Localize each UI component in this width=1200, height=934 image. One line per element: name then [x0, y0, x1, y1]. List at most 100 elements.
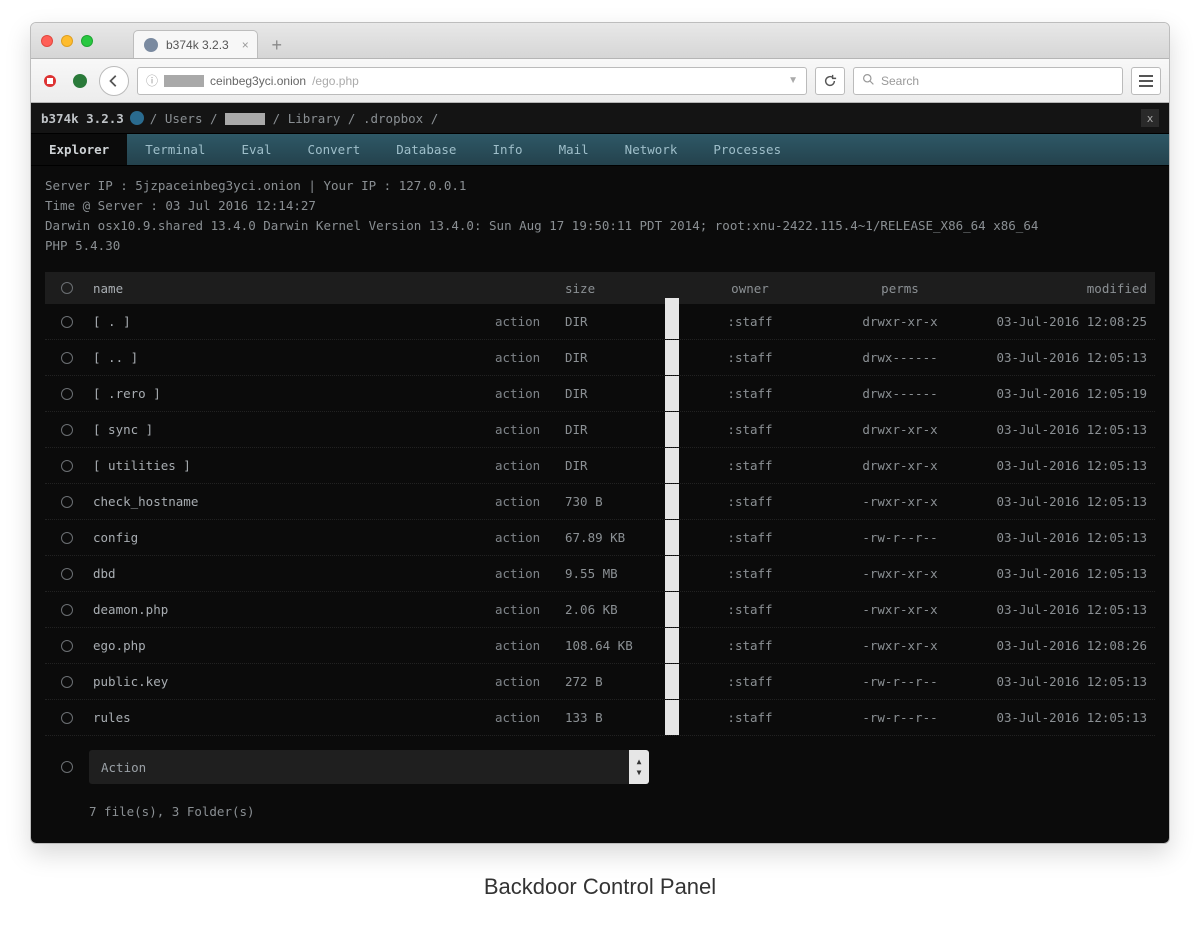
url-dropdown-icon[interactable]: ▼ [788, 75, 798, 86]
file-name[interactable]: [ . ] [89, 314, 495, 329]
back-button[interactable] [99, 66, 129, 96]
file-name[interactable]: deamon.php [89, 602, 495, 617]
table-row[interactable]: [ . ]actionDIR:staffdrwxr-xr-x03-Jul-201… [45, 304, 1155, 340]
row-checkbox[interactable] [61, 604, 73, 616]
app-tab-convert[interactable]: Convert [290, 134, 379, 165]
app-version: b374k 3.2.3 [41, 111, 124, 126]
table-row[interactable]: [ utilities ]actionDIR:staffdrwxr-xr-x03… [45, 448, 1155, 484]
browser-window: b374k 3.2.3 × + ⓘ ceinbeg3yci.onion/ego.… [30, 22, 1170, 844]
file-owner: :staff [665, 458, 835, 473]
col-modified[interactable]: modified [965, 281, 1155, 296]
browser-tab-active[interactable]: b374k 3.2.3 × [133, 30, 258, 58]
row-checkbox[interactable] [61, 388, 73, 400]
app-tab-database[interactable]: Database [378, 134, 474, 165]
row-checkbox[interactable] [61, 496, 73, 508]
table-row[interactable]: [ .. ]actionDIR:staffdrwx------03-Jul-20… [45, 340, 1155, 376]
file-action-link[interactable]: action [495, 710, 565, 725]
menu-button[interactable] [1131, 67, 1161, 95]
file-name[interactable]: check_hostname [89, 494, 495, 509]
bulk-action-select[interactable]: Action ▲▼ [89, 750, 649, 784]
app-close-button[interactable]: x [1141, 109, 1159, 127]
file-action-link[interactable]: action [495, 458, 565, 473]
file-modified: 03-Jul-2016 12:08:25 [965, 314, 1155, 329]
row-checkbox[interactable] [61, 532, 73, 544]
file-action-link[interactable]: action [495, 422, 565, 437]
file-name[interactable]: [ utilities ] [89, 458, 495, 473]
table-row[interactable]: configaction67.89 KB:staff-rw-r--r--03-J… [45, 520, 1155, 556]
zoom-window-button[interactable] [81, 35, 93, 47]
file-size: DIR [565, 314, 665, 329]
app-tab-info[interactable]: Info [474, 134, 540, 165]
select-dropdown-icon[interactable]: ▲▼ [629, 750, 649, 784]
file-name[interactable]: [ .. ] [89, 350, 495, 365]
select-all-checkbox[interactable] [61, 282, 73, 294]
url-input[interactable]: ⓘ ceinbeg3yci.onion/ego.php ▼ [137, 67, 807, 95]
app-tab-network[interactable]: Network [607, 134, 696, 165]
file-table: name size owner perms modified [ . ]acti… [45, 272, 1155, 736]
row-checkbox[interactable] [61, 460, 73, 472]
table-row[interactable]: rulesaction133 B:staff-rw-r--r--03-Jul-2… [45, 700, 1155, 736]
file-owner: :staff [665, 710, 835, 725]
search-placeholder: Search [881, 74, 919, 88]
table-row[interactable]: public.keyaction272 B:staff-rw-r--r--03-… [45, 664, 1155, 700]
file-summary: 7 file(s), 3 Folder(s) [89, 804, 1155, 819]
tab-close-icon[interactable]: × [242, 38, 249, 52]
file-action-link[interactable]: action [495, 530, 565, 545]
search-input[interactable]: Search [853, 67, 1123, 95]
file-owner: :staff [665, 386, 835, 401]
file-action-link[interactable]: action [495, 350, 565, 365]
table-row[interactable]: ego.phpaction108.64 KB:staff-rwxr-xr-x03… [45, 628, 1155, 664]
row-checkbox[interactable] [61, 568, 73, 580]
bulk-select-checkbox[interactable] [61, 761, 73, 773]
file-size: DIR [565, 458, 665, 473]
file-action-link[interactable]: action [495, 602, 565, 617]
table-row[interactable]: dbdaction9.55 MB:staff-rwxr-xr-x03-Jul-2… [45, 556, 1155, 592]
file-owner: :staff [665, 566, 835, 581]
file-name[interactable]: public.key [89, 674, 495, 689]
titlebar: b374k 3.2.3 × + [31, 23, 1169, 59]
row-checkbox[interactable] [61, 424, 73, 436]
row-checkbox[interactable] [61, 352, 73, 364]
close-window-button[interactable] [41, 35, 53, 47]
tab-favicon [144, 38, 158, 52]
file-action-link[interactable]: action [495, 314, 565, 329]
file-action-link[interactable]: action [495, 566, 565, 581]
file-name[interactable]: config [89, 530, 495, 545]
file-name[interactable]: rules [89, 710, 495, 725]
app-tab-eval[interactable]: Eval [223, 134, 289, 165]
reload-button[interactable] [815, 67, 845, 95]
row-checkbox[interactable] [61, 676, 73, 688]
table-row[interactable]: [ sync ]actionDIR:staffdrwxr-xr-x03-Jul-… [45, 412, 1155, 448]
extension-icon-2[interactable] [69, 70, 91, 92]
col-owner[interactable]: owner [665, 281, 835, 296]
breadcrumb[interactable]: / Users / / Library / .dropbox / [150, 111, 438, 126]
col-perms[interactable]: perms [835, 281, 965, 296]
file-action-link[interactable]: action [495, 386, 565, 401]
file-owner: :staff [665, 602, 835, 617]
row-checkbox[interactable] [61, 640, 73, 652]
file-action-link[interactable]: action [495, 674, 565, 689]
file-perms: -rwxr-xr-x [835, 494, 965, 509]
app-tab-terminal[interactable]: Terminal [127, 134, 223, 165]
file-name[interactable]: [ .rero ] [89, 386, 495, 401]
new-tab-button[interactable]: + [264, 32, 290, 58]
row-checkbox[interactable] [61, 712, 73, 724]
table-row[interactable]: [ .rero ]actionDIR:staffdrwx------03-Jul… [45, 376, 1155, 412]
file-action-link[interactable]: action [495, 494, 565, 509]
col-size[interactable]: size [565, 281, 665, 296]
app-tab-explorer[interactable]: Explorer [31, 134, 127, 165]
table-row[interactable]: deamon.phpaction2.06 KB:staff-rwxr-xr-x0… [45, 592, 1155, 628]
minimize-window-button[interactable] [61, 35, 73, 47]
url-toolbar: ⓘ ceinbeg3yci.onion/ego.php ▼ Search [31, 59, 1169, 103]
col-name[interactable]: name [89, 281, 495, 296]
app-tab-processes[interactable]: Processes [695, 134, 799, 165]
table-row[interactable]: check_hostnameaction730 B:staff-rwxr-xr-… [45, 484, 1155, 520]
app-tab-mail[interactable]: Mail [541, 134, 607, 165]
file-name[interactable]: ego.php [89, 638, 495, 653]
extension-icon-1[interactable] [39, 70, 61, 92]
file-name[interactable]: [ sync ] [89, 422, 495, 437]
file-action-link[interactable]: action [495, 638, 565, 653]
row-checkbox[interactable] [61, 316, 73, 328]
file-name[interactable]: dbd [89, 566, 495, 581]
file-size: 133 B [565, 710, 665, 725]
